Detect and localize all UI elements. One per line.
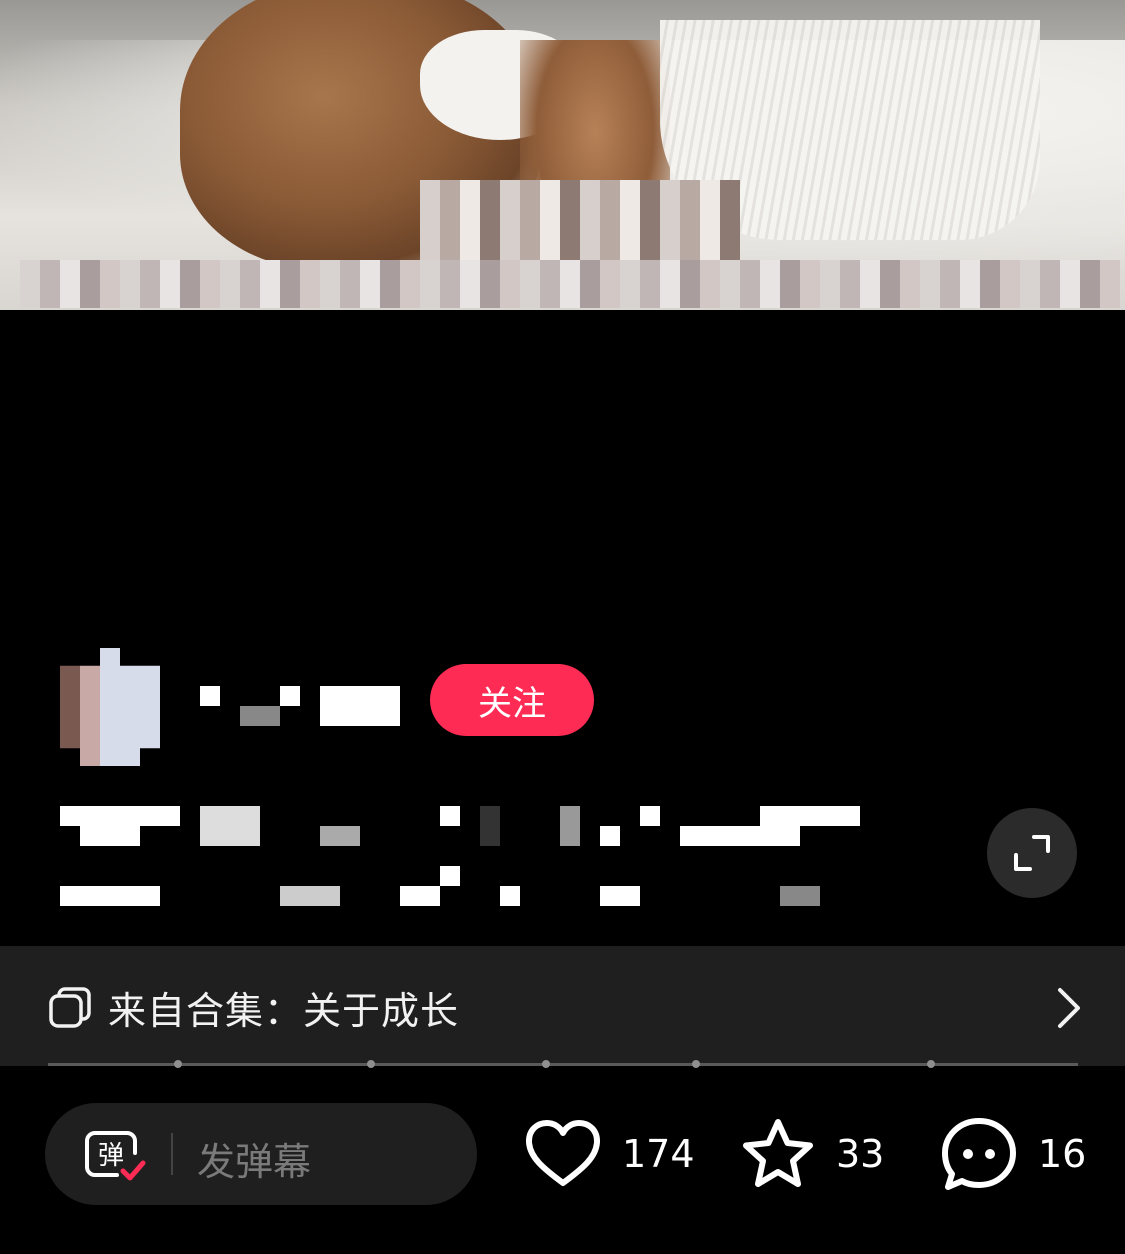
- collection-icon: [49, 987, 91, 1028]
- progress-marker: [542, 1060, 550, 1068]
- danmu-input[interactable]: 弹 发弹幕: [45, 1103, 477, 1205]
- pixelated-caption: [20, 260, 1120, 308]
- progress-marker: [367, 1060, 375, 1068]
- collection-label: 来自合集：关于成长: [108, 989, 460, 1033]
- video-page: 关注 来自合集：关于成长 弹 发弹幕 174 33 16: [0, 0, 1125, 1254]
- danmu-placeholder: 发弹幕: [197, 1140, 312, 1184]
- like-button[interactable]: 174: [524, 1116, 695, 1192]
- follow-button[interactable]: 关注: [430, 664, 594, 736]
- avatar[interactable]: [60, 648, 160, 766]
- author-row: 关注: [60, 648, 660, 768]
- star-icon: [743, 1119, 813, 1187]
- description-line-obscured: [60, 866, 890, 906]
- progress-marker: [927, 1060, 935, 1068]
- expand-icon: [1014, 835, 1050, 871]
- comment-button[interactable]: 16: [940, 1116, 1086, 1192]
- chevron-right-icon: [1058, 988, 1080, 1028]
- progress-marker: [692, 1060, 700, 1068]
- favorite-count: 33: [836, 1132, 885, 1176]
- expand-button[interactable]: [987, 808, 1077, 898]
- progress-marker: [174, 1060, 182, 1068]
- comment-count: 16: [1038, 1132, 1087, 1176]
- username-obscured[interactable]: [200, 686, 400, 726]
- pixelated-region: [420, 180, 740, 270]
- danmu-icon-char: 弹: [98, 1141, 124, 1171]
- description-line-obscured: [60, 806, 860, 846]
- video-player[interactable]: [0, 0, 1125, 310]
- danmu-toggle-icon[interactable]: 弹: [83, 1127, 147, 1185]
- divider: [171, 1133, 173, 1175]
- favorite-button[interactable]: 33: [740, 1116, 884, 1192]
- comment-icon: [942, 1118, 1016, 1190]
- collection-bar[interactable]: 来自合集：关于成长: [0, 946, 1125, 1066]
- collection-progress[interactable]: [48, 1060, 1078, 1068]
- like-count: 174: [622, 1132, 695, 1176]
- heart-icon: [526, 1120, 600, 1186]
